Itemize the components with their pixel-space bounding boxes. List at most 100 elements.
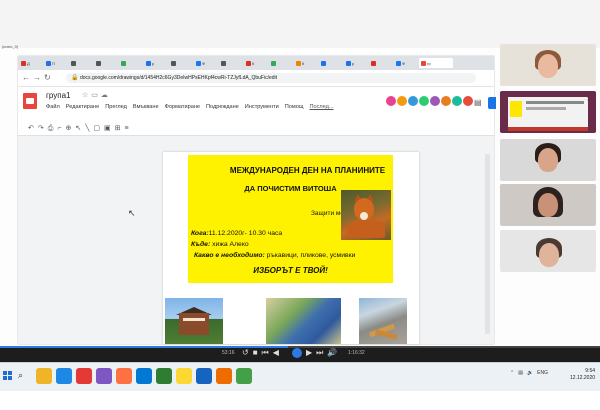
collaborator-avatar[interactable] [441, 96, 451, 106]
browser-tab[interactable]: Ф [394, 58, 418, 68]
menu-item[interactable]: Подреждане [206, 104, 239, 110]
address-bar[interactable]: 🔒 docs.google.com/drawings/d/1454H2c6Gy3… [66, 73, 476, 83]
menu-item[interactable]: Инструменти [245, 104, 279, 110]
browser-tab[interactable]: Ф [194, 58, 218, 68]
windows-start-icon[interactable] [3, 371, 13, 381]
collaborator-avatar[interactable] [430, 96, 440, 106]
collaborator-avatar[interactable] [452, 96, 462, 106]
rewind-icon[interactable]: ◀ [273, 348, 283, 357]
browser-tab[interactable]: р [144, 58, 168, 68]
taskbar-app-icon[interactable] [216, 368, 232, 384]
collaborator-avatar[interactable] [419, 96, 429, 106]
stop-icon[interactable]: ■ [253, 348, 262, 357]
speaker-icon[interactable]: 🔉 [527, 370, 533, 376]
tab-favicon-icon [196, 60, 201, 66]
network-icon[interactable]: ▤ [518, 370, 523, 376]
browser-tab[interactable] [269, 58, 293, 68]
poster[interactable]: МЕЖДУНАРОДЕН ДЕН НА ПЛАНИНИТЕ ДА ПОЧИСТИ… [188, 155, 393, 283]
browser-tab[interactable] [94, 58, 118, 68]
zoom-icon[interactable]: ⊕ [65, 125, 75, 132]
url-text[interactable]: docs.google.com/drawings/d/1454H2c6Gy3De… [80, 75, 277, 81]
taskbar-app-icon[interactable] [36, 368, 52, 384]
browser-tab[interactable] [169, 58, 193, 68]
collaborator-avatar[interactable] [463, 96, 473, 106]
star-icon[interactable]: ☆ [82, 92, 91, 99]
screen-share-thumbnail[interactable] [500, 91, 596, 133]
clock[interactable]: 9:54 12.12.2020 [570, 368, 595, 382]
share-button[interactable] [488, 97, 496, 109]
what-value: ръкавици, пликове, усмивки [264, 252, 356, 259]
nav-buttons[interactable]: ←→↻ [22, 73, 54, 82]
participant-video[interactable] [500, 139, 596, 181]
browser-tab[interactable] [319, 58, 343, 68]
hut-photo[interactable] [165, 298, 223, 344]
taskbar-app-icon[interactable] [116, 368, 132, 384]
browser-tab[interactable] [369, 58, 393, 68]
browser-tab[interactable]: К [294, 58, 318, 68]
canvas-area[interactable]: 12345678910 МЕЖДУНАРОДЕН ДЕН НА ПЛАНИНИТ… [18, 136, 494, 344]
text-box-icon[interactable]: ⊞ [115, 125, 125, 132]
forward-icon[interactable]: ▶ [306, 348, 316, 357]
browser-tab[interactable] [69, 58, 93, 68]
collaborator-avatar[interactable] [408, 96, 418, 106]
taskbar-app-icon[interactable] [76, 368, 92, 384]
document-title[interactable]: група1 [46, 91, 71, 100]
video-elapsed-time: 53:16 [222, 350, 235, 356]
drawing-page[interactable]: МЕЖДУНАРОДЕН ДЕН НА ПЛАНИНИТЕ ДА ПОЧИСТИ… [163, 152, 419, 344]
menu-item[interactable]: Послед... [309, 104, 333, 110]
browser-tab[interactable] [219, 58, 243, 68]
fox-photo[interactable] [341, 190, 391, 240]
next-icon[interactable]: ⏭ [316, 348, 327, 357]
undo-icon[interactable]: ↶ [28, 125, 38, 132]
taskbar-app-icon[interactable] [56, 368, 72, 384]
search-icon[interactable]: ⌕ [18, 370, 23, 381]
volume-icon[interactable]: 🔊 [327, 348, 341, 357]
taskbar-app-icon[interactable] [196, 368, 212, 384]
video-progress-track[interactable] [0, 346, 600, 348]
redo-icon[interactable]: ↷ [38, 125, 48, 132]
menu-item[interactable]: Помощ [285, 104, 304, 110]
browser-tab[interactable]: К [244, 58, 268, 68]
taskbar-app-icon[interactable] [176, 368, 192, 384]
print-icon[interactable]: ⎙ [48, 125, 58, 132]
image-icon[interactable]: ▣ [104, 125, 115, 132]
menu-item[interactable]: Файл [46, 104, 60, 110]
align-icon[interactable]: ≡ [125, 125, 133, 132]
tab-label: р [152, 60, 155, 66]
language-indicator[interactable]: ENG [537, 370, 548, 376]
collaborator-avatar[interactable] [397, 96, 407, 106]
forward-icon[interactable]: → [33, 73, 44, 82]
tray-up-icon[interactable]: ⌃ [510, 370, 514, 376]
menu-item[interactable]: Вмъкване [133, 104, 159, 110]
reload-icon[interactable]: ↻ [44, 73, 54, 82]
select-icon[interactable]: ↖ [75, 125, 85, 132]
volunteers-photo[interactable] [266, 298, 341, 344]
browser-tab[interactable] [119, 58, 143, 68]
prev-icon[interactable]: ⏮ [262, 348, 273, 357]
logs-photo[interactable] [359, 298, 407, 344]
move-icon[interactable]: ▭ [91, 92, 101, 99]
participant-video[interactable] [500, 44, 596, 86]
participant-video[interactable] [500, 184, 596, 226]
pause-button[interactable] [292, 348, 302, 358]
menu-item[interactable]: Преглед [105, 104, 127, 110]
loop-icon[interactable]: ↺ [242, 348, 253, 357]
taskbar-app-icon[interactable] [136, 368, 152, 384]
collaborator-avatar[interactable] [386, 96, 396, 106]
browser-tab[interactable]: Д [19, 58, 43, 68]
taskbar-app-icon[interactable] [156, 368, 172, 384]
back-icon[interactable]: ← [22, 73, 33, 82]
taskbar-app-icon[interactable] [96, 368, 112, 384]
drawings-logo-icon[interactable] [23, 93, 37, 109]
taskbar-app-icon[interactable] [236, 368, 252, 384]
shape-icon[interactable]: ▢ [93, 125, 104, 132]
menu-item[interactable]: Редактиране [66, 104, 99, 110]
menu-item[interactable]: Форматиране [165, 104, 200, 110]
vertical-scrollbar[interactable] [484, 144, 492, 342]
browser-tab[interactable]: р [344, 58, 368, 68]
more-options-icon[interactable]: ⋮ [584, 93, 592, 102]
participant-video[interactable] [500, 230, 596, 272]
browser-tab[interactable]: П [44, 58, 68, 68]
browser-tab[interactable]: гр [419, 58, 453, 68]
comment-icon[interactable]: ▤ [474, 98, 482, 107]
